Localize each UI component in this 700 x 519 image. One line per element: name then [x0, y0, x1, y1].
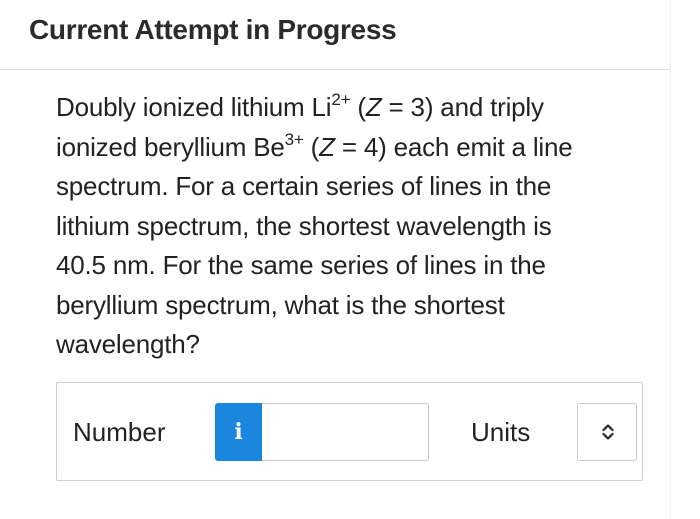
page-title: Current Attempt in Progress [29, 14, 397, 45]
question-fragment: Doubly ionized lithium Li [56, 92, 332, 122]
question-line-6: beryllium spectrum, what is the shortest [56, 289, 505, 320]
question-line-3: spectrum. For a certain series of lines … [56, 171, 552, 201]
number-input[interactable] [262, 403, 429, 461]
chevron-up-down-icon [602, 424, 614, 440]
question-line-5: 40.5 nm. For the same series of lines in… [56, 250, 546, 280]
page: Current Attempt in Progress Doubly ioniz… [0, 0, 700, 519]
question-fragment: ( [350, 92, 366, 122]
question-line-4: lithium spectrum, the shortest wavelengt… [56, 210, 552, 241]
question-line-2: ionized beryllium Be3+ (Z = 4) each emit… [56, 129, 573, 162]
header: Current Attempt in Progress [0, 0, 670, 70]
beryllium-charge: 3+ [284, 129, 304, 149]
question-text: Doubly ionized lithium Li2+ (Z = 3) and … [56, 88, 646, 365]
z-variable: Z [319, 131, 335, 162]
info-icon[interactable]: i [215, 403, 262, 461]
panel-divider [670, 0, 671, 519]
units-select[interactable] [577, 403, 637, 461]
question-fragment: ionized beryllium Be [56, 131, 285, 162]
question-fragment: ( [303, 131, 320, 162]
units-label: Units [471, 417, 531, 447]
question-line-7: wavelength? [56, 329, 200, 359]
question-fragment: = 4) each emit a line [334, 131, 573, 162]
z-variable: Z [365, 92, 382, 122]
answer-box: Number i Units [56, 382, 643, 481]
number-label: Number [73, 417, 166, 447]
question-line-1: Doubly ionized lithium Li2+ (Z = 3) and … [56, 90, 544, 122]
lithium-charge: 2+ [331, 90, 351, 109]
question-fragment: = 3) and triply [381, 92, 544, 122]
